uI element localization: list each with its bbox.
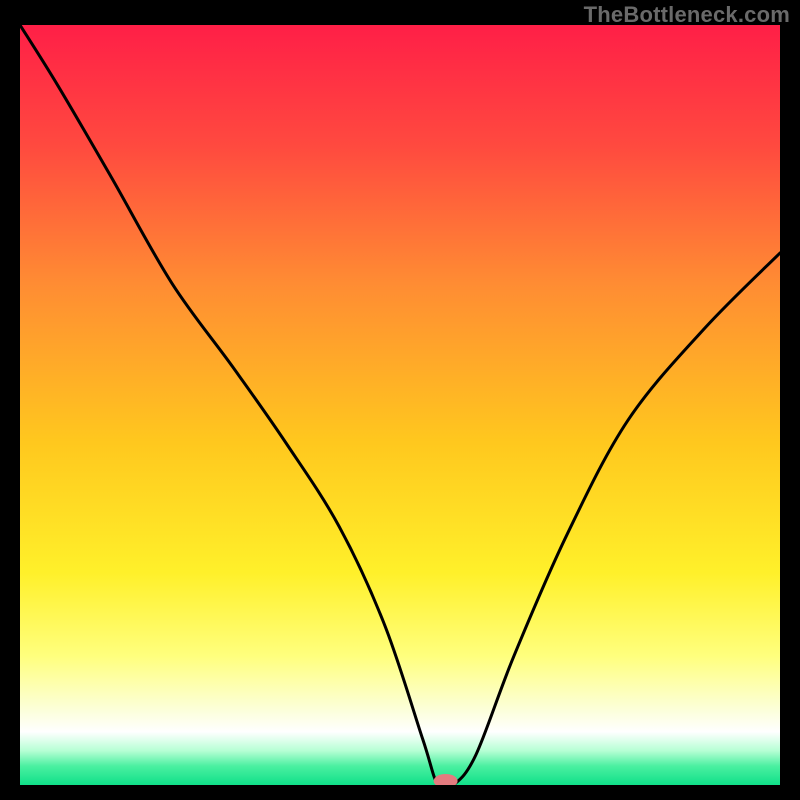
chart-frame: TheBottleneck.com [0, 0, 800, 800]
watermark-text: TheBottleneck.com [584, 2, 790, 28]
bottleneck-chart [20, 25, 780, 785]
plot-area [20, 25, 780, 785]
